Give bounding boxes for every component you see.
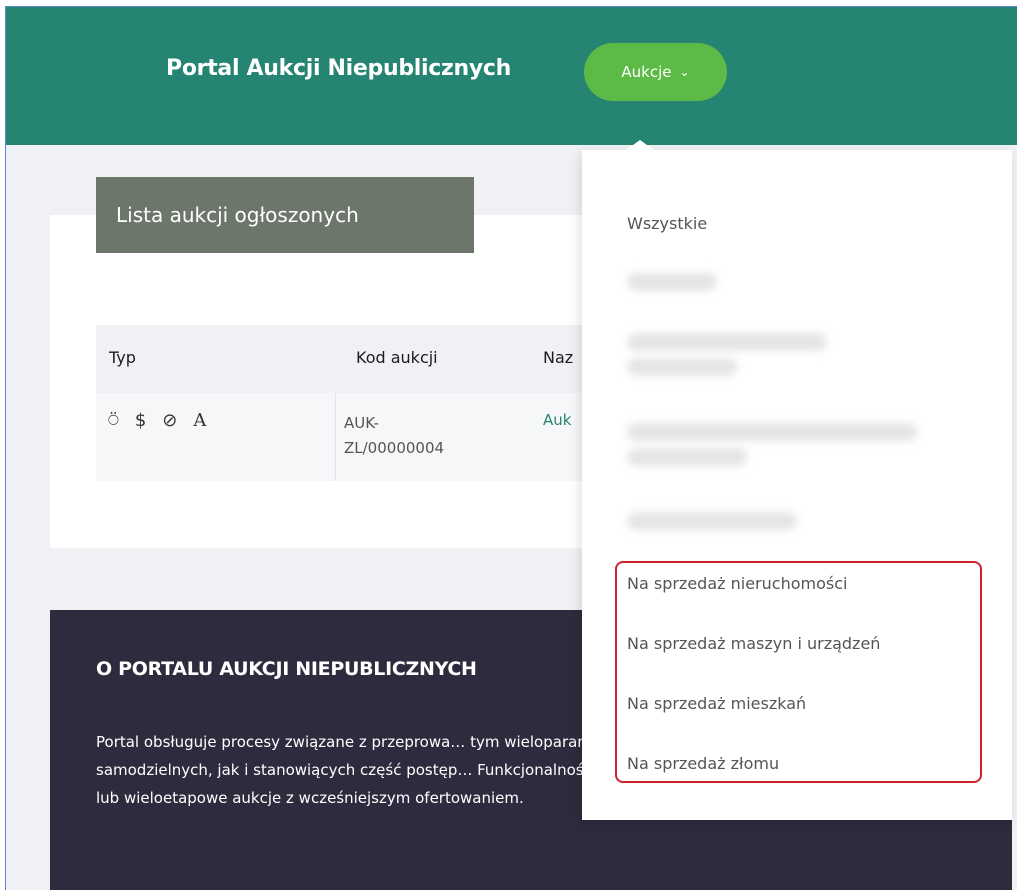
type-icons: ⍥ $ ⊘ A	[108, 410, 206, 431]
chevron-down-icon: ⌄	[679, 65, 690, 79]
column-type[interactable]: Typ	[109, 348, 136, 367]
auction-code: AUK-ZL/00000004	[344, 414, 445, 457]
blurred-menu-item	[627, 333, 827, 351]
portal-brand[interactable]: Portal Aukcji Niepublicznych	[166, 56, 511, 81]
auctions-menu-button[interactable]: Aukcje ⌄	[584, 43, 727, 101]
blurred-menu-item	[627, 423, 917, 441]
blurred-menu-item	[627, 512, 797, 530]
blurred-menu-item	[627, 448, 747, 466]
about-title: O PORTALU AUKCJI NIEPUBLICZNYCH	[96, 658, 477, 680]
lock-open-icon: ⍥	[108, 410, 119, 431]
dollar-icon: $	[134, 410, 147, 431]
blurred-menu-item	[627, 358, 737, 376]
auctions-menu-label: Aukcje	[621, 63, 672, 81]
letter-a-icon: A	[193, 410, 207, 431]
eye-off-icon: ⊘	[162, 410, 178, 431]
top-navbar	[6, 7, 1017, 145]
blurred-menu-item	[627, 273, 717, 291]
cell-divider	[335, 393, 336, 481]
auction-name-link[interactable]: Auk	[543, 411, 571, 429]
menu-item-all[interactable]: Wszystkie	[627, 214, 707, 233]
highlight-box	[615, 561, 982, 783]
column-code[interactable]: Kod aukcji	[356, 348, 438, 367]
column-name[interactable]: Naz	[543, 348, 573, 367]
card-title: Lista aukcji ogłoszonych	[96, 177, 474, 253]
